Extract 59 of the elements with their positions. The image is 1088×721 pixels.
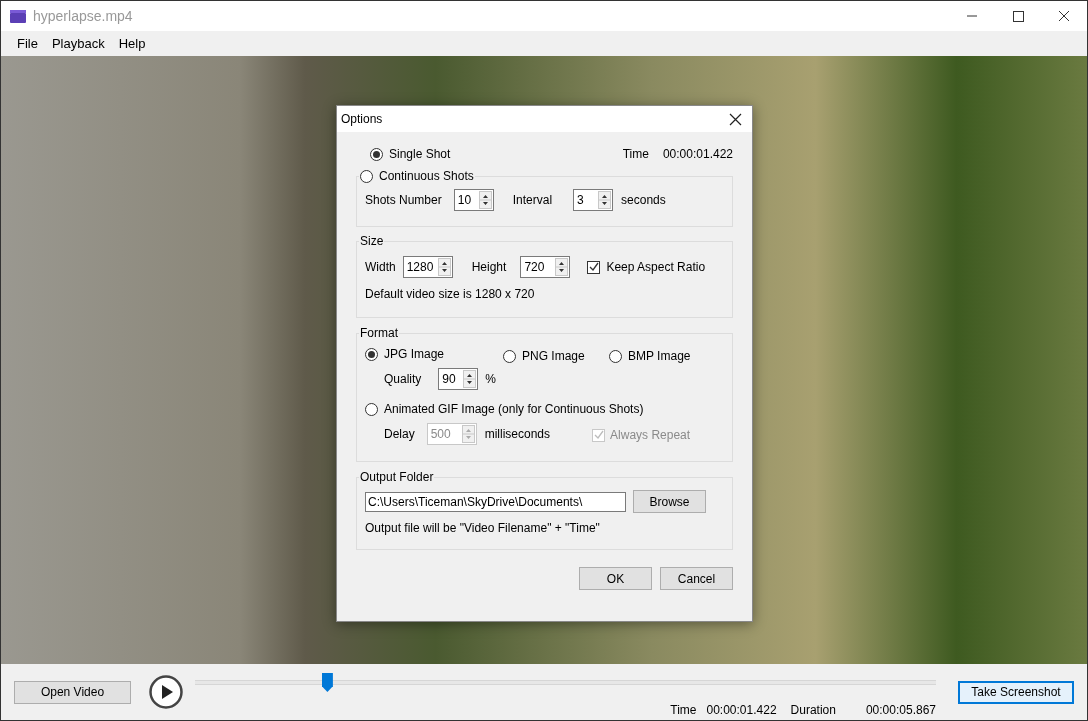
number-spinner[interactable]: 10 bbox=[453, 189, 494, 211]
field-label: Quality bbox=[384, 371, 422, 388]
time-value: 00:00:01.422 bbox=[662, 146, 733, 163]
folder-path-field[interactable]: C:\Users\Ticeman\SkyDrive\Documents\ bbox=[365, 491, 626, 512]
spin-arrows-icon[interactable] bbox=[598, 191, 612, 209]
menu-item[interactable]: File bbox=[10, 33, 45, 54]
size-note: Default video size is 1280 x 720 bbox=[365, 286, 536, 303]
radio-button[interactable] bbox=[609, 349, 622, 363]
option-label: Animated GIF Image (only for Continuous Shots) bbox=[384, 401, 644, 418]
checkbox[interactable] bbox=[587, 260, 601, 274]
time-value: 00:00:01.422 bbox=[706, 702, 777, 719]
spin-arrows-icon[interactable] bbox=[478, 191, 492, 209]
option-label: BMP Image bbox=[628, 348, 691, 365]
spin-arrows-icon[interactable] bbox=[437, 258, 451, 276]
option-label: PNG Image bbox=[522, 348, 585, 365]
unit-label: milliseconds bbox=[484, 426, 551, 443]
group-title: Output Folder bbox=[360, 470, 434, 484]
number-spinner[interactable]: 3 bbox=[573, 189, 614, 211]
close-icon[interactable] bbox=[729, 112, 742, 126]
dialog-button[interactable]: Cancel bbox=[660, 567, 733, 590]
unit-label: seconds bbox=[621, 192, 666, 209]
radio-button[interactable] bbox=[503, 349, 516, 363]
radio-button[interactable] bbox=[370, 147, 383, 161]
group-title: Size bbox=[360, 234, 384, 248]
number-spinner[interactable]: 1280 bbox=[402, 256, 453, 278]
dialog-title: Options bbox=[341, 111, 383, 128]
field-label: Shots Number bbox=[365, 192, 442, 209]
radio-button[interactable] bbox=[365, 347, 378, 361]
time-label: Time bbox=[670, 702, 697, 719]
menu-item[interactable]: Help bbox=[111, 33, 153, 54]
menu-item[interactable]: Playback bbox=[44, 33, 112, 54]
radio-button[interactable] bbox=[360, 169, 373, 183]
dialog-button[interactable]: OK bbox=[579, 567, 652, 590]
spin-arrows-icon[interactable] bbox=[463, 370, 477, 388]
option-label: Continuous Shots bbox=[379, 168, 474, 185]
time-label: Time bbox=[622, 146, 649, 163]
output-note: Output file will be "Video Filename" + "Time" bbox=[365, 520, 601, 537]
field-label: Height bbox=[471, 259, 507, 276]
clapperboard-icon bbox=[10, 9, 26, 23]
checkbox-label: Always Repeat bbox=[610, 427, 691, 444]
unit-label: % bbox=[485, 371, 497, 388]
play-icon[interactable] bbox=[149, 675, 183, 709]
option-label: JPG Image bbox=[384, 346, 445, 363]
spin-arrows-icon[interactable] bbox=[555, 258, 569, 276]
window-title: hyperlapse.mp4 bbox=[33, 6, 133, 26]
field-label: Width bbox=[365, 259, 396, 276]
checkbox-label: Keep Aspect Ratio bbox=[606, 259, 706, 276]
field-label: Delay bbox=[384, 426, 415, 443]
option-label: Single Shot bbox=[389, 146, 451, 163]
field-label: Interval bbox=[512, 192, 553, 209]
seek-thumb[interactable] bbox=[321, 673, 333, 692]
duration-label: Duration bbox=[790, 702, 836, 719]
browse-button[interactable]: Browse bbox=[633, 490, 706, 513]
group-title: Format bbox=[360, 326, 398, 340]
number-spinner[interactable]: 90 bbox=[438, 368, 479, 390]
take-screenshot-button[interactable]: Take Screenshot bbox=[958, 680, 1074, 704]
duration-value: 00:00:05.867 bbox=[865, 702, 936, 719]
number-spinner[interactable]: 720 bbox=[520, 256, 571, 278]
open-video-button[interactable]: Open Video bbox=[14, 680, 131, 704]
